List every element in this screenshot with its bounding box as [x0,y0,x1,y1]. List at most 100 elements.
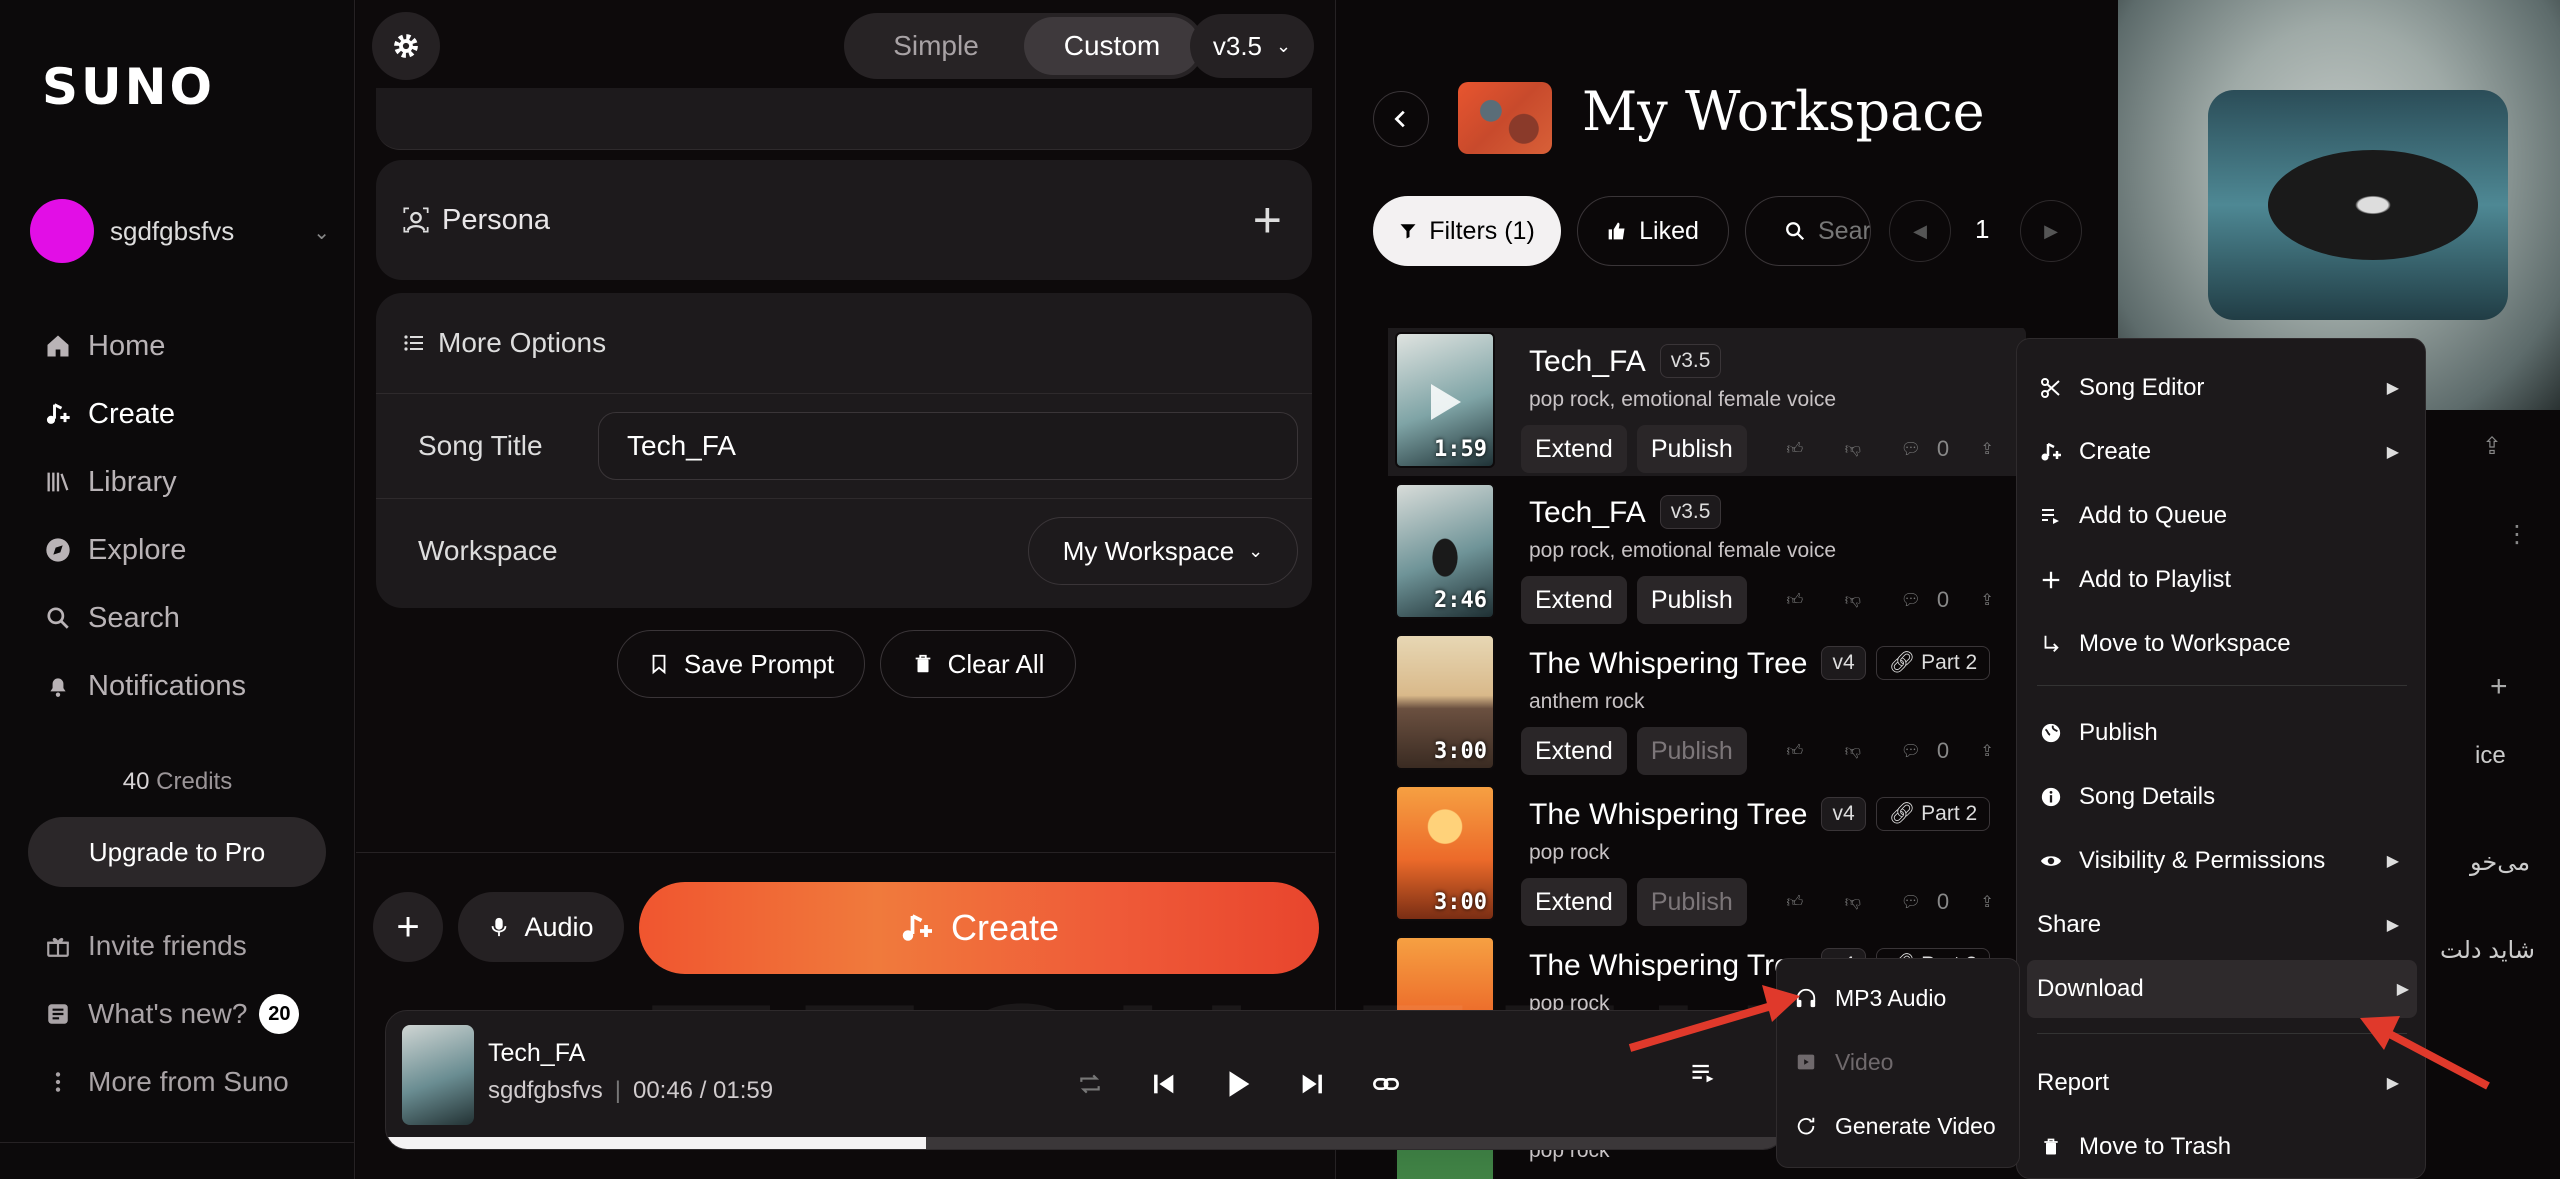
generate-video[interactable]: Generate Video [1795,1101,1996,1151]
menu-item-move-to-trash[interactable]: Move to Trash [2037,1118,2407,1176]
menu-item-add-to-playlist[interactable]: Add to Playlist [2037,551,2407,609]
comment-icon[interactable]: 💬︎ [1891,580,1931,620]
save-prompt-button[interactable]: Save Prompt [617,630,865,698]
thumbs-down-icon[interactable]: 👎︎ [1833,731,1873,771]
menu-item-share[interactable]: Share ▶ [2037,896,2407,954]
progress-bar[interactable] [386,1137,1784,1149]
thumbs-down-icon[interactable]: 👎︎ [1833,882,1873,922]
upgrade-button[interactable]: Upgrade to Pro [28,817,326,887]
song-tags[interactable]: pop rock, emotional female voice [1529,539,1836,563]
download-video[interactable]: Video [1795,1037,1893,1087]
persona-card[interactable]: Persona + [376,160,1312,280]
add-button[interactable]: + [373,892,443,962]
settings-button[interactable] [372,12,440,80]
song-cover[interactable]: 3:00 [1395,785,1495,921]
nav-create[interactable]: Create [42,380,342,448]
menu-item-create[interactable]: Create ▶ [2037,423,2407,481]
add-persona-button[interactable]: + [1253,190,1282,250]
song-cover[interactable]: 1:59 [1395,332,1495,468]
nav-library[interactable]: Library [42,448,342,516]
nav-search[interactable]: Search [42,584,342,652]
whats-new-link[interactable]: What's new? 20 [42,980,342,1048]
link-icon[interactable] [1357,1055,1415,1113]
more-vertical-icon[interactable]: ⋮ [2505,520,2529,549]
extend-button[interactable]: Extend [1521,727,1627,775]
part-badge[interactable]: 🔗︎ Part 2 [1875,646,1991,680]
audio-button[interactable]: Audio [458,892,624,962]
user-menu[interactable]: sgdfgbsfvs ⌄ [30,198,330,264]
invite-friends-link[interactable]: Invite friends [42,912,342,980]
liked-button[interactable]: Liked [1577,196,1729,266]
song-row[interactable]: 1:59 Tech_FA v3.5 pop rock, emotional fem… [1388,328,2028,482]
publish-button[interactable]: Publish [1636,878,1747,926]
prev-page-button[interactable]: ◀ [1889,200,1951,262]
download-mp3-audio[interactable]: MP3 Audio [1795,973,1946,1023]
search-input[interactable]: Search [1745,196,1871,266]
player-title[interactable]: Tech_FA [488,1039,585,1068]
thumbs-down-icon[interactable]: 👎︎ [1833,580,1873,620]
player-cover[interactable] [402,1025,474,1125]
share-icon[interactable]: ⇪ [1967,429,2007,469]
nav-explore[interactable]: Explore [42,516,342,584]
publish-button[interactable]: Publish [1636,727,1747,775]
menu-item-song-details[interactable]: Song Details [2037,768,2407,826]
share-icon[interactable]: ⇪ [1967,882,2007,922]
more-from-suno-link[interactable]: More from Suno [42,1048,342,1116]
song-title[interactable]: Tech_FA v3.5 [1529,344,1722,379]
thumbs-up-icon[interactable]: 👍︎ [1775,429,1815,469]
clear-all-button[interactable]: Clear All [880,630,1076,698]
repeat-icon[interactable] [1061,1055,1119,1113]
song-tags[interactable]: pop rock, emotional female voice [1529,388,1836,412]
comment-icon[interactable]: 💬︎ [1891,882,1931,922]
play-overlay-icon[interactable] [1431,384,1461,420]
previous-icon[interactable] [1135,1055,1193,1113]
extend-button[interactable]: Extend [1521,425,1627,473]
mode-simple[interactable]: Simple [848,17,1024,75]
thumbs-up-icon[interactable]: 👍︎ [1775,731,1815,771]
filters-button[interactable]: Filters (1) [1373,196,1561,266]
menu-item-publish[interactable]: Publish [2037,704,2407,762]
avatar[interactable] [30,199,94,263]
song-title-input[interactable]: Tech_FA [598,412,1298,480]
menu-item-move-to-workspace[interactable]: Move to Workspace [2037,615,2407,673]
comment-icon[interactable]: 💬︎ [1891,429,1931,469]
song-cover[interactable]: 2:46 [1395,483,1495,619]
song-row[interactable]: 2:46 Tech_FA v3.5 pop rock, emotional fem… [1388,483,2028,633]
publish-button[interactable]: Publish [1636,576,1747,624]
menu-item-report[interactable]: Report ▶ [2037,1054,2407,1112]
version-select[interactable]: v3.5 ⌄ [1190,14,1314,78]
back-button[interactable] [1373,91,1429,147]
nav-home[interactable]: Home [42,312,342,380]
share-icon[interactable]: ⇪ [2482,432,2502,461]
song-row[interactable]: 3:00 The Whispering Tree v4 🔗︎ Part 2 anth… [1388,634,2028,784]
publish-button[interactable]: Publish [1636,425,1747,473]
part-badge[interactable]: 🔗︎ Part 2 [1875,797,1991,831]
workspace-select[interactable]: My Workspace ⌄ [1028,517,1298,585]
thumbs-up-icon[interactable]: 👍︎ [1775,882,1815,922]
song-tags[interactable]: pop rock [1529,841,1610,865]
next-page-button[interactable]: ▶ [2020,200,2082,262]
menu-item-visibility[interactable]: Visibility & Permissions ▶ [2037,832,2407,890]
nav-notifications[interactable]: Notifications [42,652,342,720]
thumbs-up-icon[interactable]: 👍︎ [1775,580,1815,620]
song-title[interactable]: The Whispering Tree v4 🔗︎ Part 2 [1529,797,1991,832]
more-options-header[interactable]: More Options [376,293,1312,393]
song-tags[interactable]: anthem rock [1529,690,1645,714]
extend-button[interactable]: Extend [1521,878,1627,926]
comment-icon[interactable]: 💬︎ [1891,731,1931,771]
extend-button[interactable]: Extend [1521,576,1627,624]
song-title[interactable]: The Whispering Tree v4 🔗︎ Part 2 [1529,646,1991,681]
create-button[interactable]: Create [639,882,1319,974]
suno-logo[interactable]: SUNO [42,58,215,116]
menu-item-add-to-queue[interactable]: Add to Queue [2037,487,2407,545]
queue-icon[interactable] [1686,1059,1720,1092]
thumbs-down-icon[interactable]: 👎︎ [1833,429,1873,469]
song-title[interactable]: Tech_FA v3.5 [1529,495,1722,530]
share-icon[interactable]: ⇪ [1967,731,2007,771]
next-icon[interactable] [1283,1055,1341,1113]
share-icon[interactable]: ⇪ [1967,580,2007,620]
plus-icon[interactable]: + [2490,670,2508,704]
menu-item-song-editor[interactable]: Song Editor ▶ [2037,359,2407,417]
song-cover[interactable]: 3:00 [1395,634,1495,770]
play-icon[interactable] [1209,1055,1267,1113]
